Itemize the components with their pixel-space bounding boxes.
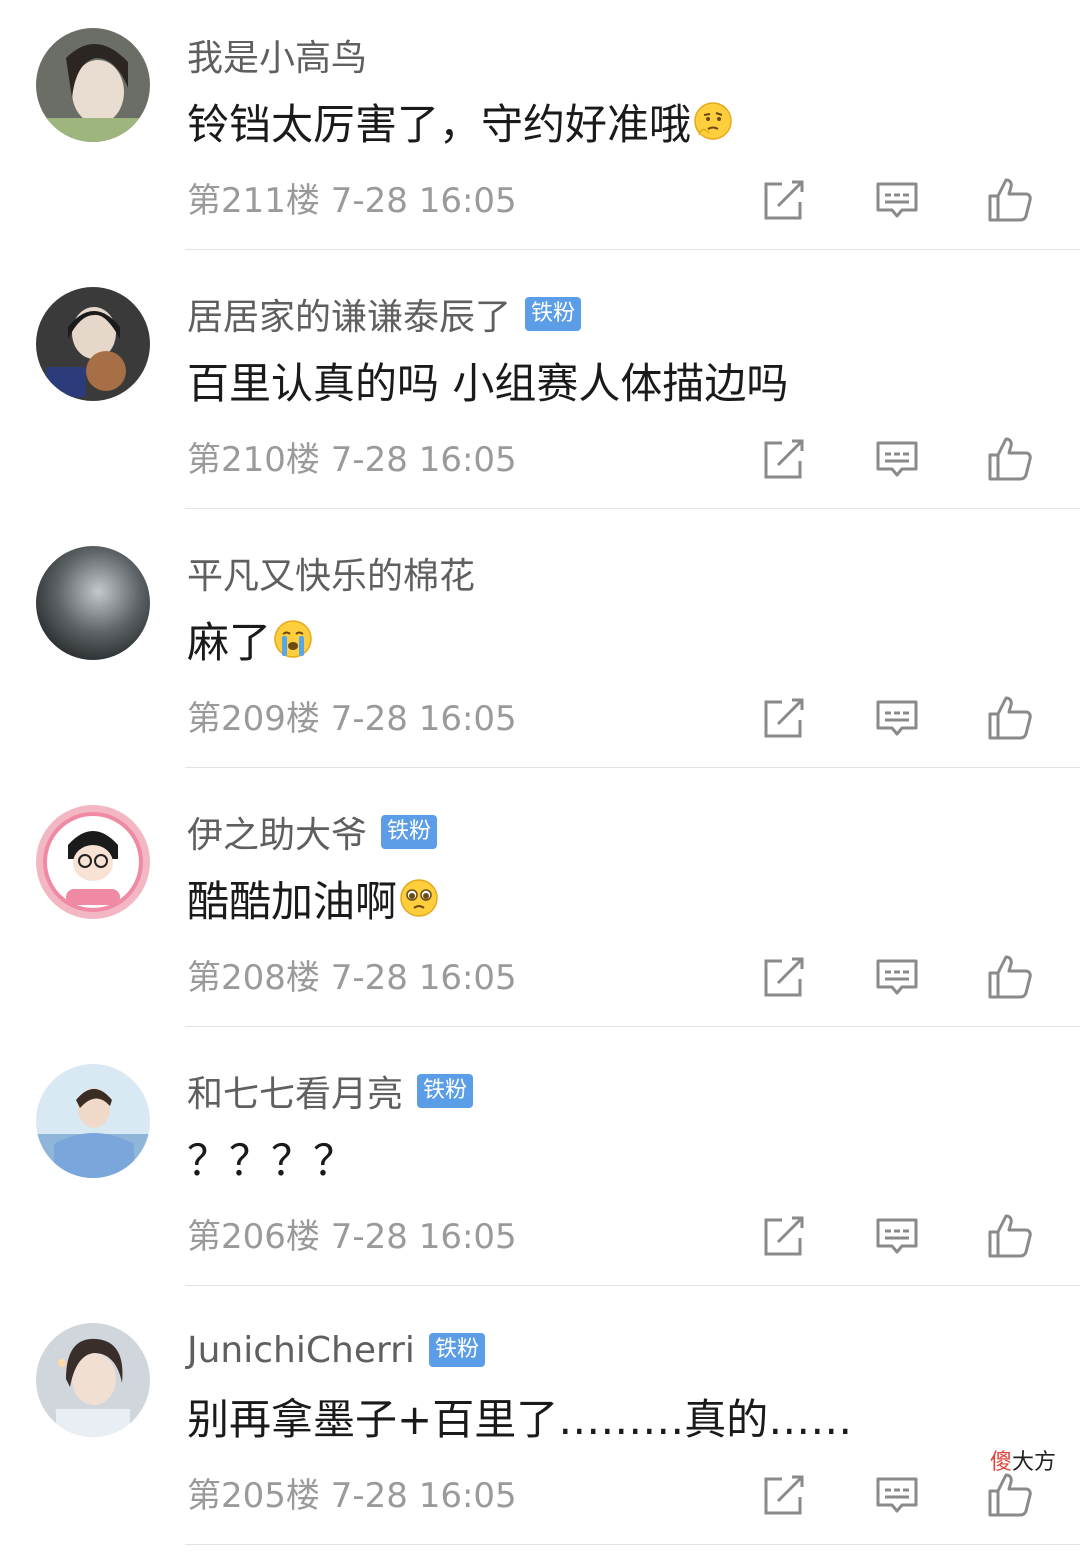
username[interactable]: 居居家的谦谦泰辰了 <box>187 288 511 340</box>
reply-icon[interactable] <box>873 953 921 1001</box>
comment-text: 别再拿墨子+百里了………真的…… <box>187 1394 853 1444</box>
username-row: 和七七看月亮 铁粉 <box>187 1065 474 1117</box>
comment-meta: 第211楼 7-28 16:05 <box>187 178 517 224</box>
divider <box>185 249 1080 250</box>
avatar[interactable] <box>36 1323 150 1437</box>
username[interactable]: 平凡又快乐的棉花 <box>187 547 475 599</box>
reply-icon[interactable] <box>873 1471 921 1519</box>
fan-badge: 铁粉 <box>428 1333 485 1367</box>
avatar[interactable] <box>36 546 150 660</box>
username[interactable]: 伊之助大爷 <box>187 806 367 858</box>
floor-number: 第208楼 <box>187 958 320 998</box>
crying-emoji <box>273 619 313 659</box>
comment-meta: 第209楼 7-28 16:05 <box>187 696 517 742</box>
username[interactable]: JunichiCherri <box>187 1330 415 1371</box>
comment-item[interactable]: 伊之助大爷 铁粉 酷酷加油啊 第208楼 7-28 16:05 <box>0 777 1080 1036</box>
thumbs-up-icon[interactable] <box>986 435 1034 483</box>
fan-badge: 铁粉 <box>381 815 438 849</box>
watermark: 傻大方 <box>990 1450 1057 1475</box>
comment-item[interactable]: JunichiCherri 铁粉别再拿墨子+百里了………真的…… 第205楼 7-2… <box>0 1295 1080 1554</box>
comment-text: 铃铛太厉害了，守约好准哦 <box>187 94 733 149</box>
share-icon[interactable] <box>760 694 808 742</box>
floor-number: 第211楼 <box>187 181 320 221</box>
comment-time: 7-28 16:05 <box>330 958 517 998</box>
divider <box>185 767 1080 768</box>
floor-number: 第206楼 <box>187 1217 320 1257</box>
username-row: 平凡又快乐的棉花 <box>187 548 475 598</box>
thumbs-up-icon[interactable] <box>986 176 1034 224</box>
share-icon[interactable] <box>760 953 808 1001</box>
comment-time: 7-28 16:05 <box>330 181 517 221</box>
comment-text: 酷酷加油啊 <box>187 871 439 926</box>
floor-number: 第210楼 <box>187 440 320 480</box>
reply-icon[interactable] <box>873 435 921 483</box>
username[interactable]: 和七七看月亮 <box>187 1065 403 1117</box>
comment-meta: 第205楼 7-28 16:05 <box>187 1473 517 1519</box>
avatar[interactable] <box>36 805 150 919</box>
username-row: 伊之助大爷 铁粉 <box>187 806 438 858</box>
floor-number: 第209楼 <box>187 699 320 739</box>
thumbs-up-icon[interactable] <box>986 694 1034 742</box>
comment-time: 7-28 16:05 <box>330 699 517 739</box>
thumbs-up-icon[interactable] <box>986 1212 1034 1260</box>
avatar[interactable] <box>36 287 150 401</box>
divider <box>185 1026 1080 1027</box>
comment-item[interactable]: 平凡又快乐的棉花麻了第209楼 7-28 16:05 <box>0 518 1080 777</box>
divider <box>185 1285 1080 1286</box>
divider <box>185 508 1080 509</box>
fan-badge: 铁粉 <box>417 1074 474 1108</box>
comment-meta: 第208楼 7-28 16:05 <box>187 955 517 1001</box>
thinking-emoji <box>693 101 733 141</box>
share-icon[interactable] <box>760 176 808 224</box>
reply-icon[interactable] <box>873 1212 921 1260</box>
divider <box>185 1544 1080 1545</box>
comment-text: 麻了 <box>187 612 313 667</box>
reply-icon[interactable] <box>873 176 921 224</box>
comment-item[interactable]: 我是小高鸟铃铛太厉害了，守约好准哦第211楼 7-28 16:05 <box>0 0 1080 259</box>
username-row: 居居家的谦谦泰辰了 铁粉 <box>187 288 582 340</box>
comment-meta: 第210楼 7-28 16:05 <box>187 437 517 483</box>
comment-text: 百里认真的吗 小组赛人体描边吗 <box>187 358 789 408</box>
username-row: 我是小高鸟 <box>187 30 367 80</box>
share-icon[interactable] <box>760 435 808 483</box>
comment-time: 7-28 16:05 <box>330 1476 517 1516</box>
reply-icon[interactable] <box>873 694 921 742</box>
comment-text: ？？？？ <box>187 1135 356 1185</box>
thumbs-up-icon[interactable] <box>986 953 1034 1001</box>
comment-time: 7-28 16:05 <box>330 440 517 480</box>
avatar[interactable] <box>36 1064 150 1178</box>
comment-meta: 第206楼 7-28 16:05 <box>187 1214 517 1260</box>
pleading-emoji <box>399 878 439 918</box>
thumbs-up-icon[interactable] <box>986 1471 1034 1519</box>
share-icon[interactable] <box>760 1471 808 1519</box>
username-row: JunichiCherri 铁粉 <box>187 1325 485 1375</box>
floor-number: 第205楼 <box>187 1476 320 1516</box>
share-icon[interactable] <box>760 1212 808 1260</box>
fan-badge: 铁粉 <box>525 297 582 331</box>
comment-item[interactable]: 居居家的谦谦泰辰了 铁粉百里认真的吗 小组赛人体描边吗第210楼 7-28 16:… <box>0 259 1080 518</box>
username[interactable]: 我是小高鸟 <box>187 29 367 81</box>
comment-item[interactable]: 和七七看月亮 铁粉 ？？？？ 第206楼 7-28 16:05 <box>0 1036 1080 1295</box>
avatar[interactable] <box>36 28 150 142</box>
comment-time: 7-28 16:05 <box>330 1217 517 1257</box>
